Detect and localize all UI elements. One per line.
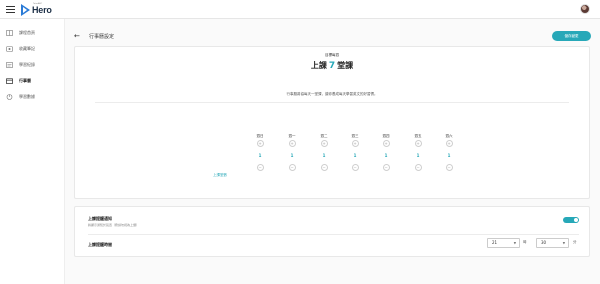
chart-icon	[6, 94, 13, 100]
toggle-knob	[574, 218, 578, 222]
sidebar-item-label: 收藏筆記	[19, 46, 35, 51]
sidebar-item-course-home[interactable]: 課程首頁	[0, 25, 64, 41]
logo-subtext: TutorABC	[33, 3, 43, 5]
increment-button[interactable]: +	[351, 140, 359, 147]
notification-title: 上課提醒通知	[88, 216, 112, 221]
day-class-count: 1	[258, 153, 262, 158]
day-class-count: 1	[290, 153, 294, 158]
goal-suffix: 堂課	[337, 61, 354, 70]
minute-select[interactable]: 30 ▼	[536, 238, 569, 248]
chevron-down-icon: ▼	[513, 241, 516, 245]
goal-description: 行事曆將協每天一堂課，讓你養成每天學習英文的好習慣。	[286, 92, 378, 96]
decrement-button[interactable]: −	[414, 164, 422, 171]
bookmark-note-icon	[6, 46, 13, 52]
minute-value: 30	[541, 240, 547, 245]
class-count-row-label: 上課堂數	[213, 173, 227, 177]
hour-unit: 時	[523, 240, 527, 244]
page-title: 行事曆設定	[89, 34, 115, 40]
decrement-button[interactable]: −	[320, 164, 328, 171]
sidebar-item-learning-data[interactable]: 學習數據	[0, 89, 64, 105]
sidebar-item-saved-notes[interactable]: 收藏筆記	[0, 41, 64, 57]
sidebar: 課程首頁 收藏筆記 學習紀錄 行事曆 學習數據	[0, 19, 65, 284]
sidebar-item-learning-record[interactable]: 學習紀錄	[0, 57, 64, 73]
top-bar: TutorABC Hero	[0, 0, 600, 19]
decrement-button[interactable]: −	[382, 164, 390, 171]
hour-value: 21	[492, 240, 498, 245]
increment-button[interactable]: +	[445, 140, 453, 147]
main-content: ← 行事曆設定 儲存變更 目標每週 上課 7 堂課 行事曆將協每天一堂課，讓你養成每…	[65, 19, 600, 284]
goal-label: 目標每週	[325, 53, 339, 57]
divider	[95, 102, 569, 103]
sidebar-item-label: 學習數據	[19, 94, 35, 99]
day-column-wed: 週三 + 1 −	[348, 134, 362, 171]
logo[interactable]: TutorABC Hero	[21, 3, 52, 16]
day-class-count: 1	[322, 153, 326, 158]
increment-button[interactable]: +	[288, 140, 296, 147]
day-column-tue: 週二 + 1 −	[317, 134, 331, 171]
record-icon	[6, 62, 13, 68]
notification-toggle[interactable]	[563, 217, 579, 223]
day-column-mon: 週一 + 1 −	[285, 134, 299, 171]
divider	[88, 234, 579, 235]
day-class-count: 1	[416, 153, 420, 158]
sidebar-item-label: 課程首頁	[19, 30, 35, 35]
sidebar-item-label: 學習紀錄	[19, 62, 35, 67]
save-changes-button[interactable]: 儲存變更	[552, 31, 591, 41]
book-icon	[6, 30, 13, 36]
increment-button[interactable]: +	[320, 140, 328, 147]
avatar[interactable]	[580, 4, 590, 14]
increment-button[interactable]: +	[256, 140, 264, 147]
weekly-goal-card: 目標每週 上課 7 堂課 行事曆將協每天一堂課，讓你養成每天學習英文的好習慣。 上課…	[74, 46, 590, 199]
logo-icon	[21, 3, 30, 16]
minute-unit: 分	[573, 240, 577, 244]
day-class-count: 1	[447, 153, 451, 158]
decrement-button[interactable]: −	[351, 164, 359, 171]
reminder-card: 上課提醒通知 將顯示通知於裝置（務請勿視為上課） 上課提醒時間 21 ▼ 時 3…	[74, 206, 590, 257]
increment-button[interactable]: +	[414, 140, 422, 147]
calendar-icon	[6, 78, 13, 84]
sidebar-item-label: 行事曆	[19, 78, 31, 83]
decrement-button[interactable]: −	[288, 164, 296, 171]
goal-prefix: 上課	[310, 61, 327, 70]
increment-button[interactable]: +	[382, 140, 390, 147]
day-class-count: 1	[384, 153, 388, 158]
notification-description: 將顯示通知於裝置（務請勿視為上課）	[88, 223, 140, 227]
decrement-button[interactable]: −	[445, 164, 453, 171]
day-class-count: 1	[353, 153, 357, 158]
logo-text: Hero	[32, 4, 52, 15]
back-arrow-icon[interactable]: ←	[74, 33, 80, 40]
day-column-sat: 週六 + 1 −	[442, 134, 456, 171]
chevron-down-icon: ▼	[562, 241, 565, 245]
goal-count: 7	[328, 61, 336, 71]
goal-headline: 上課 7 堂課	[75, 60, 589, 71]
day-column-fri: 週五 + 1 −	[411, 134, 425, 171]
reminder-time-label: 上課提醒時間	[88, 242, 112, 247]
sidebar-item-calendar[interactable]: 行事曆	[0, 73, 64, 89]
decrement-button[interactable]: −	[256, 164, 264, 171]
menu-icon[interactable]	[6, 6, 15, 13]
day-column-thu: 週四 + 1 −	[379, 134, 393, 171]
day-column-sun: 週日 + 1 −	[253, 134, 267, 171]
hour-select[interactable]: 21 ▼	[487, 238, 520, 248]
